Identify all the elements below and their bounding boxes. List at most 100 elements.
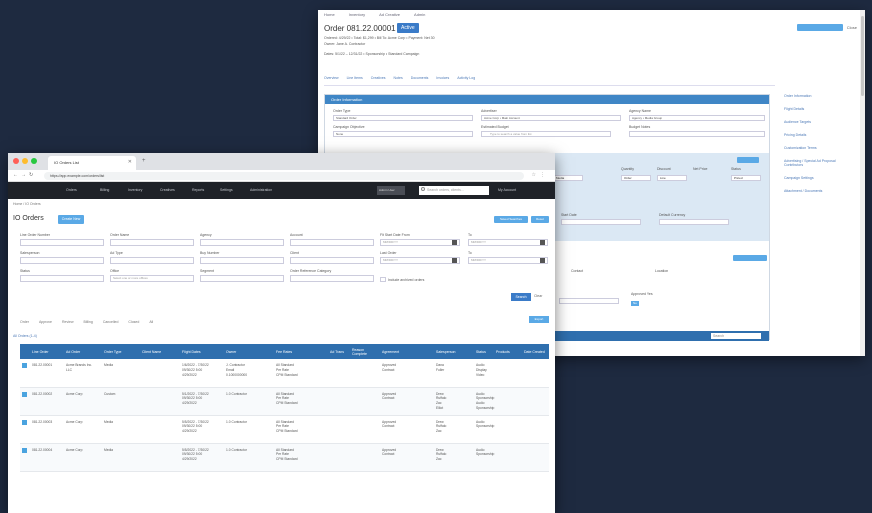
grid-cell-media[interactable]: Media <box>553 175 583 181</box>
nav-billing[interactable]: Billing <box>100 182 109 199</box>
table-row[interactable]: 081.22.00002 Acme Corp Custom 5/1/2022 - 7/… <box>20 387 549 416</box>
fee-rates-cell[interactable]: All Standard Per Rate CPM Standard <box>274 415 328 444</box>
nav-inventory[interactable]: Inventory <box>128 182 142 199</box>
row-checkbox[interactable] <box>22 447 27 453</box>
last-order-input[interactable]: MM/DD/YY <box>380 257 460 264</box>
flight-start-from-input[interactable]: MM/DD/YY <box>380 239 460 246</box>
table-row[interactable]: 081.22.00003 Acme Corp Media 5/5/2022 - 7/3… <box>20 415 549 444</box>
reset-button[interactable]: Reset <box>531 216 549 223</box>
column-header[interactable]: Client Name <box>140 344 180 359</box>
column-header[interactable]: Ad Order <box>64 344 102 359</box>
nav-reports[interactable]: Reports <box>192 182 204 199</box>
objective-select[interactable]: None <box>333 131 473 137</box>
calendar-icon[interactable] <box>540 240 545 245</box>
search-button[interactable]: Search <box>511 293 531 301</box>
clear-button[interactable]: Clear <box>534 294 542 298</box>
close-tab-icon[interactable]: ✕ <box>128 159 132 165</box>
order-type-select[interactable]: Standard Order <box>333 115 473 121</box>
sidebar-item[interactable]: Flight Details <box>784 107 854 111</box>
minimize-window-icon[interactable] <box>22 158 28 164</box>
breadcrumb[interactable]: Home / IO Orders <box>13 202 41 206</box>
account-menu[interactable]: My Account <box>498 182 516 199</box>
line-order-cell[interactable]: 081.22.00004 <box>30 443 64 472</box>
nav-link[interactable]: Home <box>324 10 335 19</box>
sidebar-item[interactable]: Advertising / Special Ad Proposal Contri… <box>784 159 854 167</box>
agency-field[interactable]: Agency • Media Group <box>629 115 765 121</box>
column-header[interactable]: Reason Complete <box>350 344 380 359</box>
column-header[interactable]: Fee Rates <box>274 344 328 359</box>
nav-link[interactable]: Inventory <box>349 10 365 19</box>
buy-number-input[interactable] <box>200 257 284 264</box>
fee-rates-cell[interactable]: All Standard Per Rate CPM Standard <box>274 443 328 472</box>
add-contact-button[interactable] <box>733 255 767 261</box>
calendar-icon[interactable] <box>540 258 545 263</box>
create-new-button[interactable]: Create New <box>58 215 84 224</box>
sidebar-item[interactable]: Pricing Details <box>784 133 854 137</box>
tab-notes[interactable]: Notes <box>394 76 403 80</box>
sidebar-item[interactable]: Attachment / Documents <box>784 189 854 193</box>
tab-line-items[interactable]: Line Items <box>347 76 363 80</box>
maximize-window-icon[interactable] <box>31 158 37 164</box>
footer-search-input[interactable]: Search <box>711 333 761 339</box>
nav-administration[interactable]: Administration <box>250 182 272 199</box>
currency-field[interactable] <box>659 219 729 225</box>
browser-tab[interactable]: IO Orders List ✕ <box>48 156 136 170</box>
new-tab-icon[interactable]: + <box>142 158 146 164</box>
close-window-icon[interactable] <box>13 158 19 164</box>
nav-creatives[interactable]: Creatives <box>160 182 175 199</box>
tab-review[interactable]: Review <box>62 320 73 324</box>
scrollbar-thumb[interactable] <box>861 16 864 96</box>
line-order-cell[interactable]: 081.22.00003 <box>30 415 64 444</box>
salesperson-input[interactable] <box>20 257 104 264</box>
last-order-to-input[interactable]: MM/DD/YY <box>468 257 548 264</box>
tab-cancelled[interactable]: Cancelled <box>103 320 119 324</box>
line-order-input[interactable] <box>20 239 104 246</box>
global-search-input[interactable]: Search orders, clients... <box>419 186 489 195</box>
nav-settings[interactable]: Settings <box>220 182 233 199</box>
row-checkbox[interactable] <box>22 363 27 368</box>
nav-link[interactable]: Admin <box>414 10 425 19</box>
grid-cell-order[interactable]: Order <box>621 175 651 181</box>
tab-documents[interactable]: Documents <box>411 76 429 80</box>
tab-invoices[interactable]: Invoices <box>436 76 449 80</box>
order-name-input[interactable] <box>110 239 194 246</box>
agency-input[interactable] <box>200 239 284 246</box>
calendar-icon[interactable] <box>452 240 457 245</box>
segment-input[interactable] <box>200 275 284 282</box>
sidebar-item[interactable]: Order Information <box>784 94 854 98</box>
advertiser-field[interactable]: Acme Corp • Main Account <box>481 115 621 121</box>
browser-menu-icon[interactable]: ☆⋮ <box>532 172 549 178</box>
table-row[interactable]: 081.22.00004 Acme Corp Media 5/5/2022 - 7/3… <box>20 443 549 472</box>
flight-start-to-input[interactable]: MM/DD/YY <box>468 239 548 246</box>
column-header[interactable]: Ad Trans <box>328 344 350 359</box>
column-header[interactable]: Flight Dates <box>180 344 224 359</box>
status-select[interactable] <box>20 275 104 282</box>
tab-activity-log[interactable]: Activity Log <box>457 76 475 80</box>
primary-action-button[interactable] <box>797 24 843 31</box>
line-order-cell[interactable]: 081.22.00001 <box>30 359 64 388</box>
approval-toggle[interactable]: No <box>631 301 639 306</box>
column-header[interactable]: Date Created <box>522 344 549 359</box>
nav-link[interactable]: Ad Creative <box>379 10 400 19</box>
tab-all[interactable]: All <box>149 320 153 324</box>
nav-orders[interactable]: Orders <box>66 182 77 199</box>
address-bar[interactable]: https://app.example.com/orders/list <box>44 172 524 180</box>
budget-notes-field[interactable] <box>629 131 765 137</box>
start-date-field[interactable] <box>561 219 641 225</box>
tab-order[interactable]: Order <box>20 320 29 324</box>
contact-field[interactable] <box>559 298 619 304</box>
tab-closed[interactable]: Closed <box>128 320 139 324</box>
calendar-icon[interactable] <box>452 258 457 263</box>
grid-cell-line[interactable]: Line <box>657 175 687 181</box>
column-header[interactable]: Order Type <box>102 344 140 359</box>
column-header[interactable]: Status <box>474 344 494 359</box>
table-row[interactable]: 081.22.00001 Acme Brands Inc. LLC Media 1/6/… <box>20 359 549 388</box>
fee-rates-cell[interactable]: All Standard Per Rate CPM Standard <box>274 359 328 388</box>
column-header[interactable]: Line Order <box>30 344 64 359</box>
sidebar-item[interactable]: Campaign Settings <box>784 176 854 180</box>
close-link[interactable]: Close <box>847 25 857 30</box>
saved-searches-button[interactable]: Saved Searches <box>494 216 528 223</box>
fee-rates-cell[interactable]: All Standard Per Rate CPM Standard <box>274 387 328 416</box>
user-chip[interactable]: Admin User <box>377 186 405 195</box>
client-input[interactable] <box>290 257 374 264</box>
